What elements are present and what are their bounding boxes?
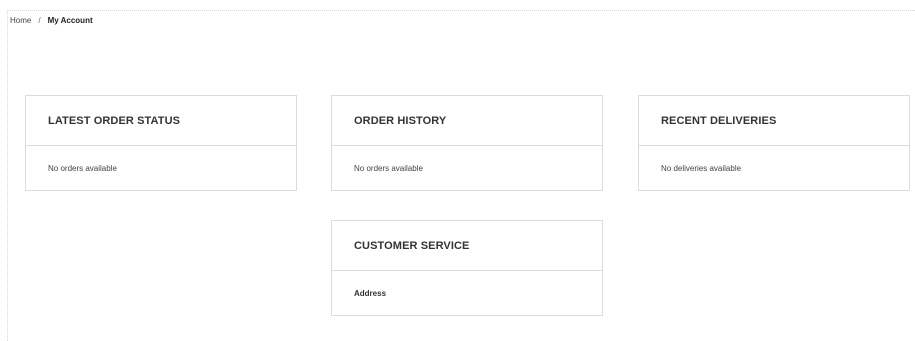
card-body: No orders available: [332, 146, 602, 190]
card-title: RECENT DELIVERIES: [661, 114, 777, 127]
card-body: Address: [332, 271, 602, 315]
order-history-card: ORDER HISTORY No orders available: [331, 95, 603, 191]
card-header: CUSTOMER SERVICE: [332, 221, 602, 271]
breadcrumb: Home / My Account: [10, 15, 93, 26]
card-header: ORDER HISTORY: [332, 96, 602, 146]
card-title: LATEST ORDER STATUS: [48, 114, 181, 127]
card-title: ORDER HISTORY: [354, 114, 447, 127]
card-header: LATEST ORDER STATUS: [26, 96, 296, 146]
empty-state-text: No deliveries available: [661, 163, 742, 173]
latest-order-status-card: LATEST ORDER STATUS No orders available: [25, 95, 297, 191]
card-body: No orders available: [26, 146, 296, 190]
breadcrumb-separator: /: [38, 16, 41, 25]
breadcrumb-home-link[interactable]: Home: [10, 16, 31, 25]
content-frame-left-border: [7, 10, 8, 341]
content-frame-top-border: [7, 10, 915, 11]
card-body: No deliveries available: [639, 146, 909, 190]
card-header: RECENT DELIVERIES: [639, 96, 909, 146]
breadcrumb-current: My Account: [47, 16, 93, 25]
address-label: Address: [354, 288, 387, 298]
my-account-page: Home / My Account LATEST ORDER STATUS No o…: [0, 0, 915, 341]
card-title: CUSTOMER SERVICE: [354, 239, 470, 252]
empty-state-text: No orders available: [354, 163, 423, 173]
empty-state-text: No orders available: [48, 163, 117, 173]
recent-deliveries-card: RECENT DELIVERIES No deliveries availabl…: [638, 95, 910, 191]
customer-service-card: CUSTOMER SERVICE Address: [331, 220, 603, 316]
